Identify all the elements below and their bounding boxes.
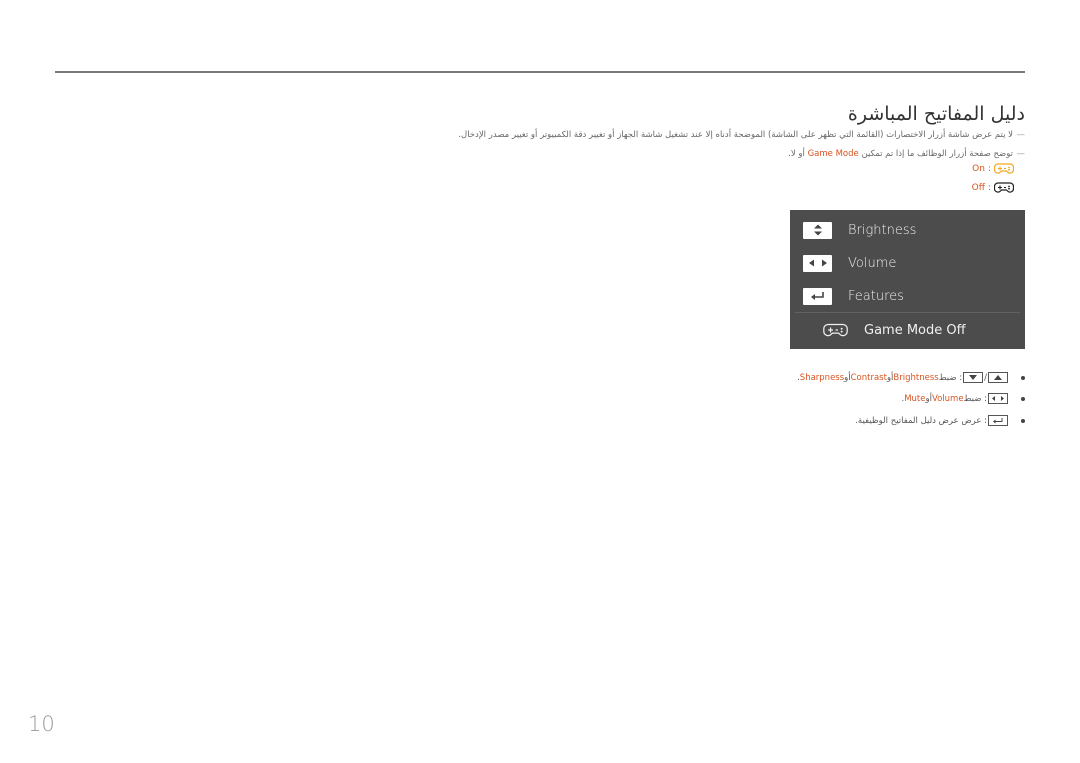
page-number: 10 — [28, 712, 55, 736]
state-label: On — [972, 163, 985, 174]
osd-item-label: Brightness — [848, 222, 917, 238]
gamepad-icon — [994, 182, 1014, 193]
left-right-arrows-icon — [988, 393, 1008, 404]
note-shortcut-screen: — لا يتم عرض شاشة أزرار الاختصارات (القا… — [458, 130, 1025, 140]
note-game-mode: — توضح صفحة أزرار الوظائف ما إذا تم تمكي… — [788, 149, 1025, 159]
note-dash: — — [1016, 149, 1026, 159]
joiner: أو — [925, 393, 932, 404]
gamepad-icon — [994, 163, 1014, 174]
note-text: لا يتم عرض شاشة أزرار الاختصارات (القائم… — [458, 130, 1013, 140]
game-mode-status-label: Game Mode Off — [864, 322, 966, 338]
note-text-before: توضح صفحة أزرار الوظائف ما إذا تم تمكين — [858, 149, 1013, 159]
volume-term: Volume — [931, 393, 964, 404]
bullet-enter: : عرض عرض دليل المفاتيح الوظيفية. — [855, 415, 1025, 426]
note-text-after: أو لا. — [788, 149, 808, 159]
bullet-dot — [1021, 396, 1025, 401]
game-mode-on-legend: On : — [972, 162, 1014, 175]
shortcut-osd-panel: Brightness Volume Features Game Mode Off — [790, 210, 1025, 349]
gamepad-icon — [823, 323, 848, 337]
osd-item-label: Features — [848, 288, 904, 304]
state-separator: : — [987, 163, 991, 174]
top-rule — [55, 71, 1025, 73]
bullet-text: : عرض عرض دليل المفاتيح الوظيفية. — [855, 415, 987, 426]
osd-divider — [795, 312, 1020, 313]
down-arrow-icon — [963, 372, 984, 383]
brightness-term: Brightness — [893, 372, 939, 383]
up-arrow-icon — [988, 372, 1008, 383]
osd-game-mode-status: Game Mode Off — [822, 320, 966, 340]
contrast-term: Contrast — [850, 372, 887, 383]
left-right-arrows-icon — [803, 254, 832, 272]
osd-item-label: Volume — [848, 255, 897, 271]
bullet-end: . — [901, 393, 905, 404]
game-mode-highlight: Game Mode — [807, 149, 859, 159]
state-label: Off — [971, 182, 985, 193]
osd-item-volume[interactable]: Volume — [803, 253, 896, 273]
osd-item-features[interactable]: Features — [803, 286, 904, 306]
bullet-prefix: : ضبط — [938, 372, 963, 383]
mute-term: Mute — [904, 393, 926, 404]
page-title: دليل المفاتيح المباشرة — [847, 102, 1025, 125]
enter-icon — [803, 287, 832, 305]
sharpness-term: Sharpness — [799, 372, 845, 383]
state-separator: : — [987, 182, 991, 193]
bullet-prefix: : ضبط — [963, 393, 987, 404]
osd-item-brightness[interactable]: Brightness — [803, 220, 916, 240]
bullet-up-down: / : ضبط Brightness أو Contrast أو Sharpn… — [797, 372, 1025, 383]
bullet-end: . — [797, 372, 800, 383]
note-dash: — — [1016, 130, 1026, 140]
joiner: أو — [886, 372, 894, 383]
up-down-arrows-icon — [803, 221, 832, 239]
bullet-dot — [1021, 375, 1025, 380]
game-mode-off-legend: Off : — [972, 181, 1014, 194]
bullet-dot — [1021, 418, 1025, 423]
joiner: أو — [844, 372, 851, 383]
bullet-left-right: : ضبط Volume أو Mute . — [901, 393, 1025, 404]
slash: / — [984, 372, 987, 383]
enter-icon — [988, 415, 1008, 426]
